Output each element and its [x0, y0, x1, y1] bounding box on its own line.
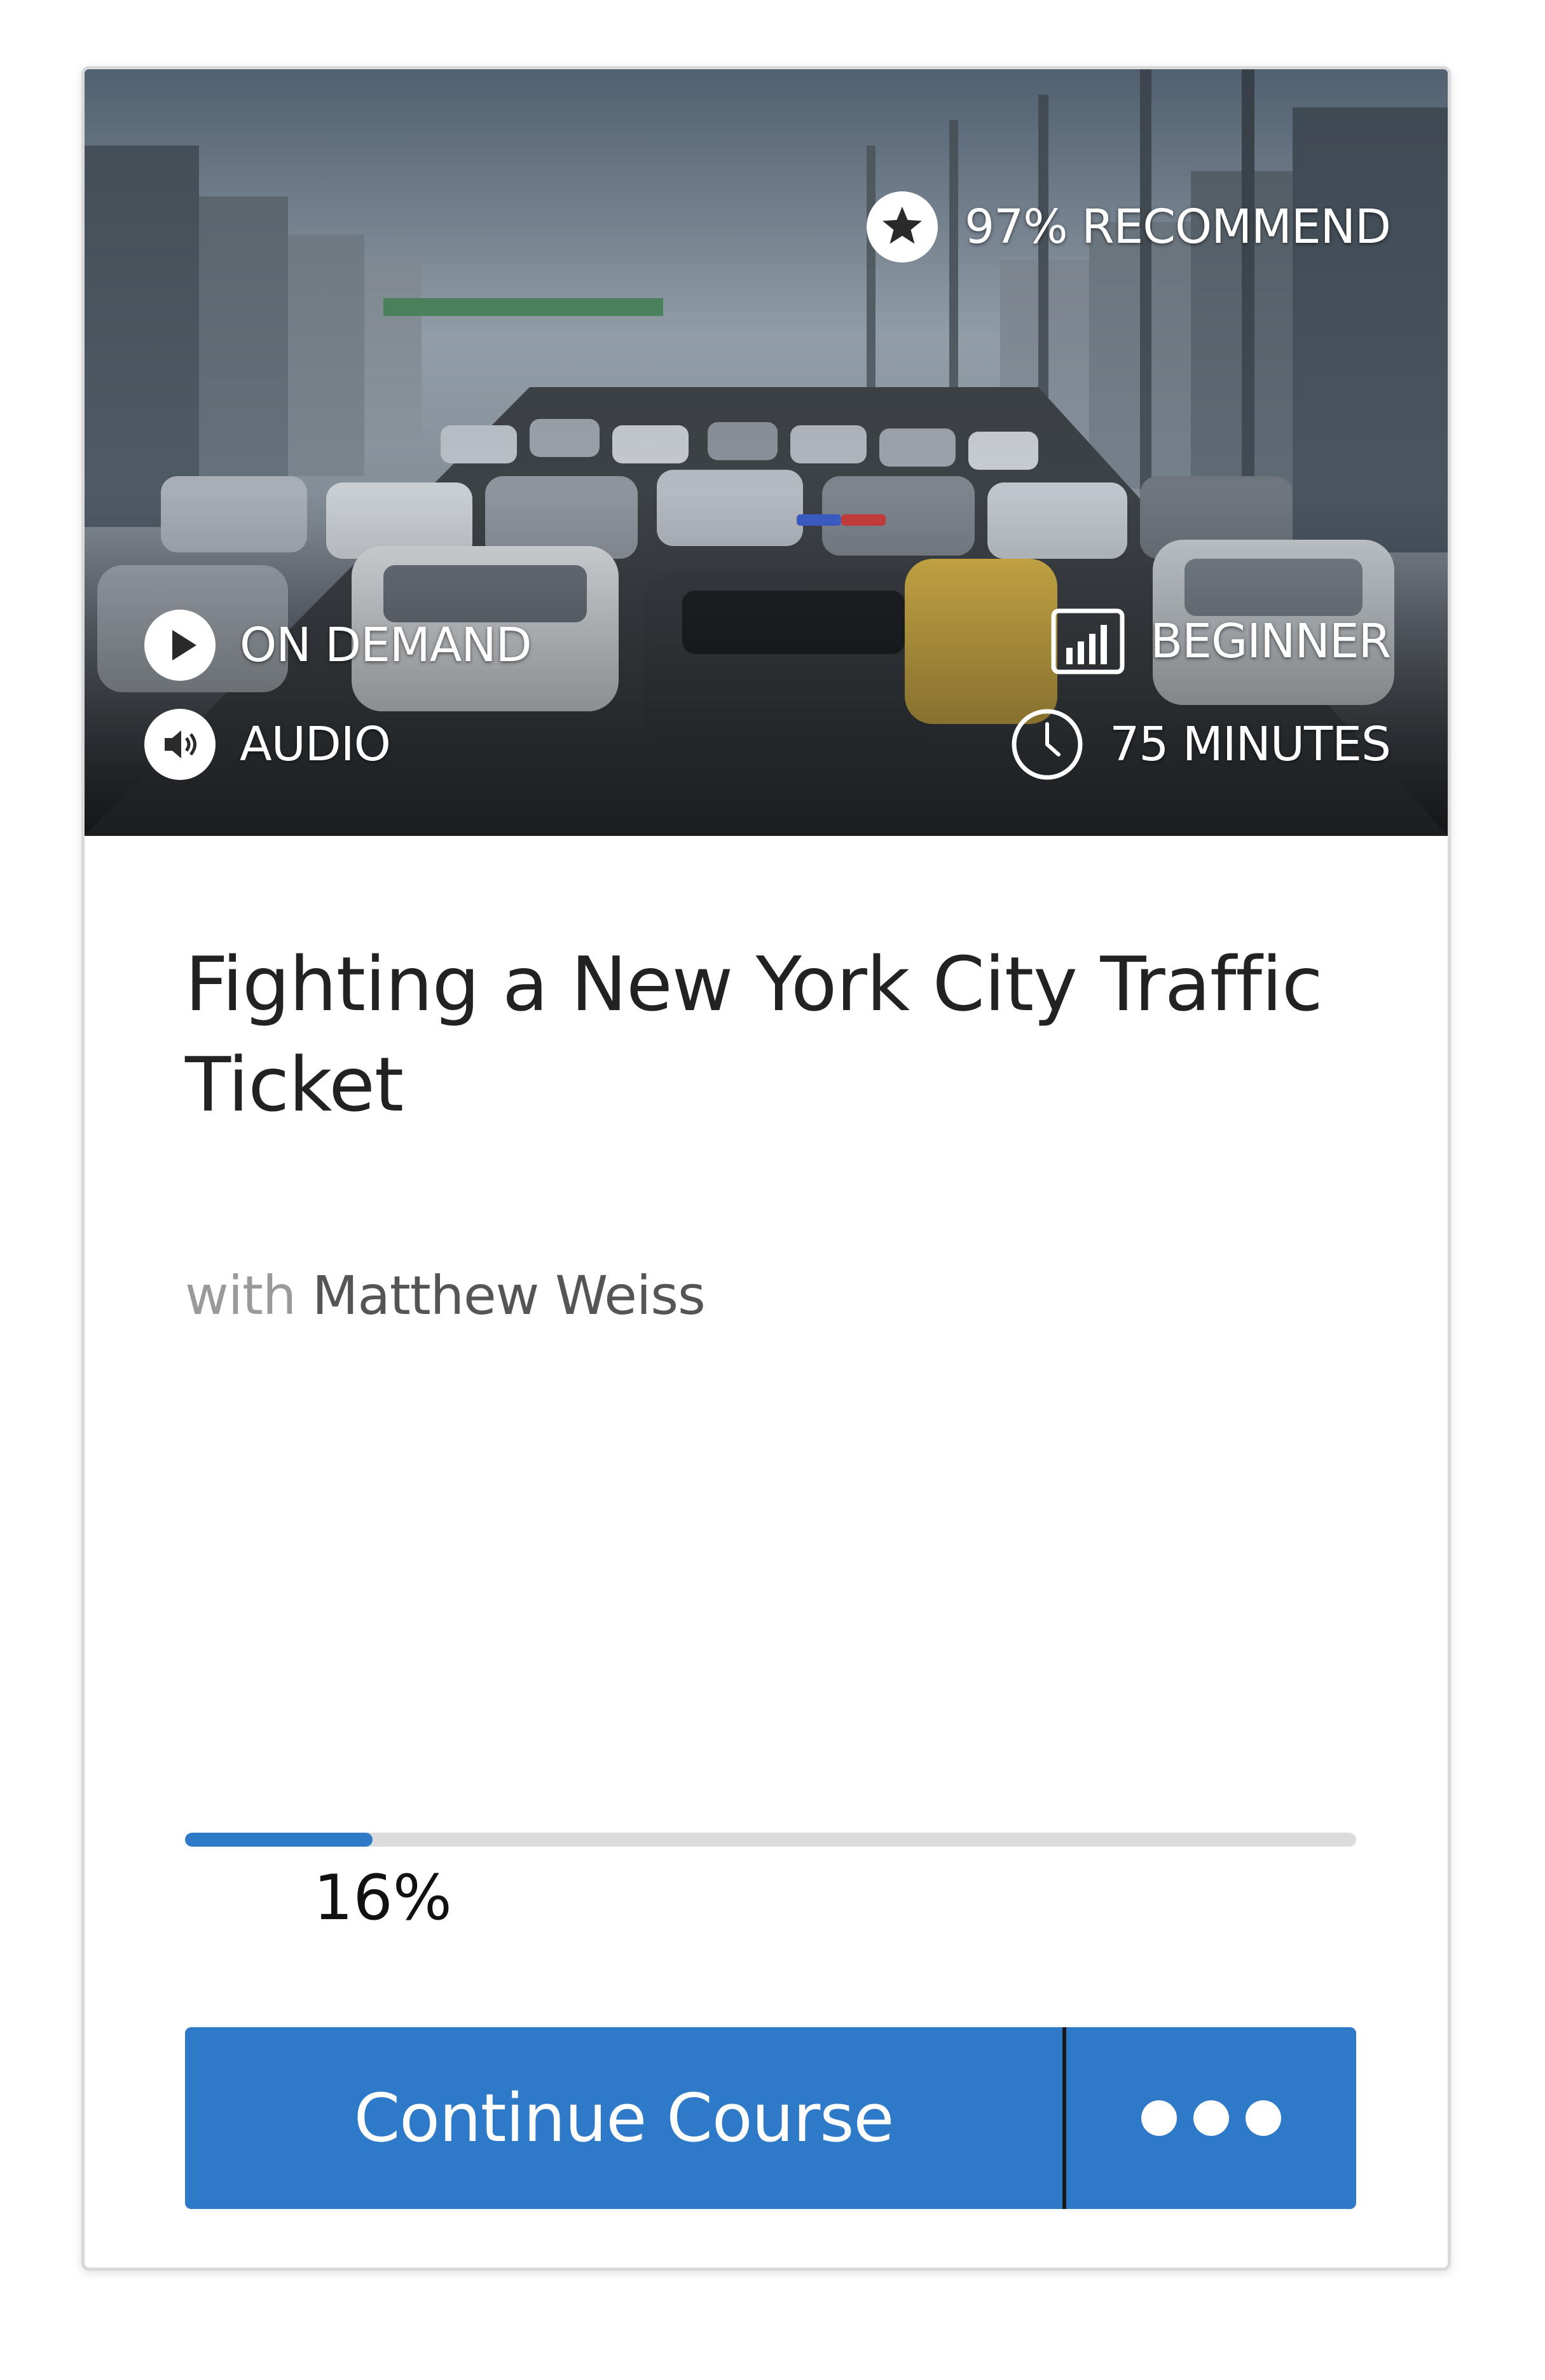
speaker-circle-icon: [143, 708, 217, 781]
course-card: 97% RECOMMEND ON DEMAND AUDIO BEGINNER 7…: [81, 66, 1451, 2271]
ellipsis-icon-dot: [1193, 2100, 1229, 2136]
clock-icon: [1010, 708, 1084, 781]
media-badge: AUDIO: [143, 708, 391, 781]
progress-bar: [185, 1833, 1356, 1847]
format-text: ON DEMAND: [240, 618, 532, 673]
level-text: BEGINNER: [1150, 614, 1391, 669]
recommend-badge: 97% RECOMMEND: [865, 190, 1391, 264]
star-circle-icon: [865, 190, 939, 264]
media-text: AUDIO: [240, 717, 391, 772]
progress-fill: [185, 1833, 373, 1847]
continue-course-button[interactable]: Continue Course: [185, 2027, 1062, 2209]
course-title[interactable]: Fighting a New York City Traffic Ticket: [185, 934, 1355, 1135]
format-badge: ON DEMAND: [143, 608, 532, 682]
recommend-text: 97% RECOMMEND: [965, 200, 1391, 254]
more-options-button[interactable]: [1066, 2027, 1356, 2209]
play-circle-icon: [143, 608, 217, 682]
progress-label: 16%: [313, 1862, 452, 1934]
ellipsis-icon-dot: [1246, 2100, 1281, 2136]
level-badge: BEGINNER: [1051, 608, 1391, 674]
instructor-name[interactable]: Matthew Weiss: [312, 1264, 706, 1327]
course-byline: with Matthew Weiss: [185, 1264, 706, 1327]
course-hero-image[interactable]: 97% RECOMMEND ON DEMAND AUDIO BEGINNER 7…: [85, 69, 1448, 836]
duration-text: 75 MINUTES: [1109, 717, 1391, 772]
byline-prefix: with: [185, 1264, 296, 1327]
course-actions: Continue Course: [185, 2027, 1356, 2209]
bar-chart-icon: [1051, 608, 1125, 674]
duration-badge: 75 MINUTES: [1010, 708, 1391, 781]
ellipsis-icon: [1141, 2100, 1177, 2136]
